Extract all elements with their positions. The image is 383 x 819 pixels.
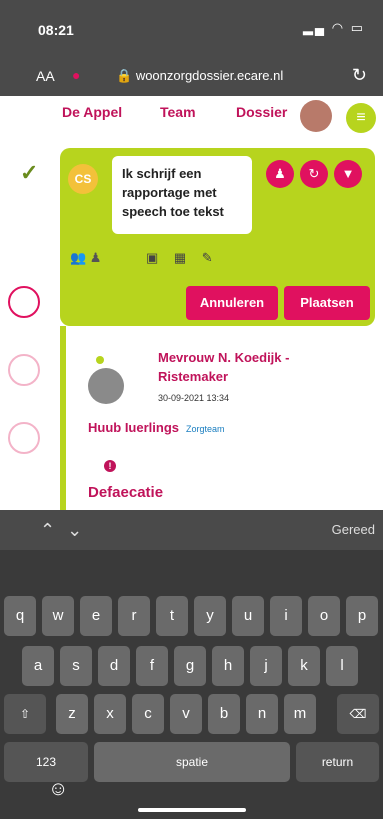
home-indicator	[138, 808, 246, 812]
key-k[interactable]: k	[288, 646, 320, 686]
post-date: 30-09-2021 13:34	[158, 393, 230, 403]
keyboard-nav-arrows[interactable]: ⌃⌄	[40, 520, 94, 541]
key-o[interactable]: o	[308, 596, 340, 636]
status-icons: ▂▄ ◠ ▭	[302, 20, 365, 35]
shift-key[interactable]: ⇧	[4, 694, 46, 734]
key-h[interactable]: h	[212, 646, 244, 686]
return-key[interactable]: return	[296, 742, 379, 782]
status-time: 08:21	[38, 22, 74, 38]
people-icon[interactable]: 👥 ♟	[70, 250, 101, 266]
key-f[interactable]: f	[136, 646, 168, 686]
emoji-icon[interactable]: ☺	[48, 778, 68, 801]
side-nav-circle-2[interactable]	[8, 354, 40, 386]
status-dot	[96, 356, 104, 364]
post-button[interactable]: Plaatsen	[284, 286, 370, 320]
refresh-icon[interactable]: ↻	[300, 160, 328, 188]
person-icon[interactable]: ♟	[266, 160, 294, 188]
key-g[interactable]: g	[174, 646, 206, 686]
post-author: Huub Iuerlings	[88, 420, 179, 435]
side-nav-circle-1[interactable]	[8, 286, 40, 318]
key-l[interactable]: l	[326, 646, 358, 686]
status-bar: 08:21 ▂▄ ◠ ▭	[0, 0, 383, 56]
key-x[interactable]: x	[94, 694, 126, 734]
key-y[interactable]: y	[194, 596, 226, 636]
key-z[interactable]: z	[56, 694, 88, 734]
key-r[interactable]: r	[118, 596, 150, 636]
key-b[interactable]: b	[208, 694, 240, 734]
report-textarea[interactable]: Ik schrijf een rapportage met speech toe…	[112, 156, 252, 234]
key-a[interactable]: a	[22, 646, 54, 686]
key-t[interactable]: t	[156, 596, 188, 636]
key-v[interactable]: v	[170, 694, 202, 734]
composer-avatar: CS	[68, 164, 98, 194]
done-button[interactable]: Gereed	[332, 522, 375, 537]
backspace-key[interactable]: ⌫	[337, 694, 379, 734]
side-nav-circle-3[interactable]	[8, 422, 40, 454]
space-key[interactable]: spatie	[94, 742, 290, 782]
author-role: Zorgteam	[186, 424, 225, 434]
filter-icon[interactable]: ▼	[334, 160, 362, 188]
key-e[interactable]: e	[80, 596, 112, 636]
nav-de-appel[interactable]: De Appel	[62, 104, 122, 120]
key-u[interactable]: u	[232, 596, 264, 636]
mic-icon[interactable]: ●	[72, 67, 80, 83]
key-i[interactable]: i	[270, 596, 302, 636]
key-m[interactable]: m	[284, 694, 316, 734]
attachment-tools[interactable]: ▣ ▦ ✎	[146, 250, 219, 266]
nav-team[interactable]: Team	[160, 104, 196, 120]
key-d[interactable]: d	[98, 646, 130, 686]
key-w[interactable]: w	[42, 596, 74, 636]
keyboard-toolbar: ⌃⌄ Gereed	[0, 510, 383, 550]
client-avatar	[88, 368, 124, 404]
user-avatar[interactable]	[300, 100, 332, 132]
key-c[interactable]: c	[132, 694, 164, 734]
menu-button[interactable]: ≡	[346, 103, 376, 133]
post-category: Defaecatie	[88, 484, 164, 501]
key-q[interactable]: q	[4, 596, 36, 636]
browser-url-bar: AA ● 🔒 woonzorgdossier.ecare.nl ↻	[0, 56, 383, 96]
compose-panel: CS Ik schrijf een rapportage met speech …	[60, 148, 375, 326]
key-s[interactable]: s	[60, 646, 92, 686]
numbers-key[interactable]: 123	[4, 742, 88, 782]
reload-icon[interactable]: ↻	[352, 65, 367, 86]
keyboard: ⌃⌄ Gereed 123 spatie return ⇧ ⌫ ☺ qwerty…	[0, 510, 383, 819]
key-n[interactable]: n	[246, 694, 278, 734]
logo-icon: ✓	[20, 160, 39, 185]
info-icon: !	[104, 460, 116, 472]
client-name[interactable]: Mevrouw N. Koedijk - Ristemaker	[158, 348, 358, 386]
url-field[interactable]: 🔒 woonzorgdossier.ecare.nl	[116, 68, 283, 84]
nav-dossier[interactable]: Dossier	[236, 104, 287, 120]
key-j[interactable]: j	[250, 646, 282, 686]
url-text: woonzorgdossier.ecare.nl	[135, 68, 284, 83]
key-p[interactable]: p	[346, 596, 378, 636]
reader-mode-button[interactable]: AA	[36, 68, 55, 84]
cancel-button[interactable]: Annuleren	[186, 286, 278, 320]
